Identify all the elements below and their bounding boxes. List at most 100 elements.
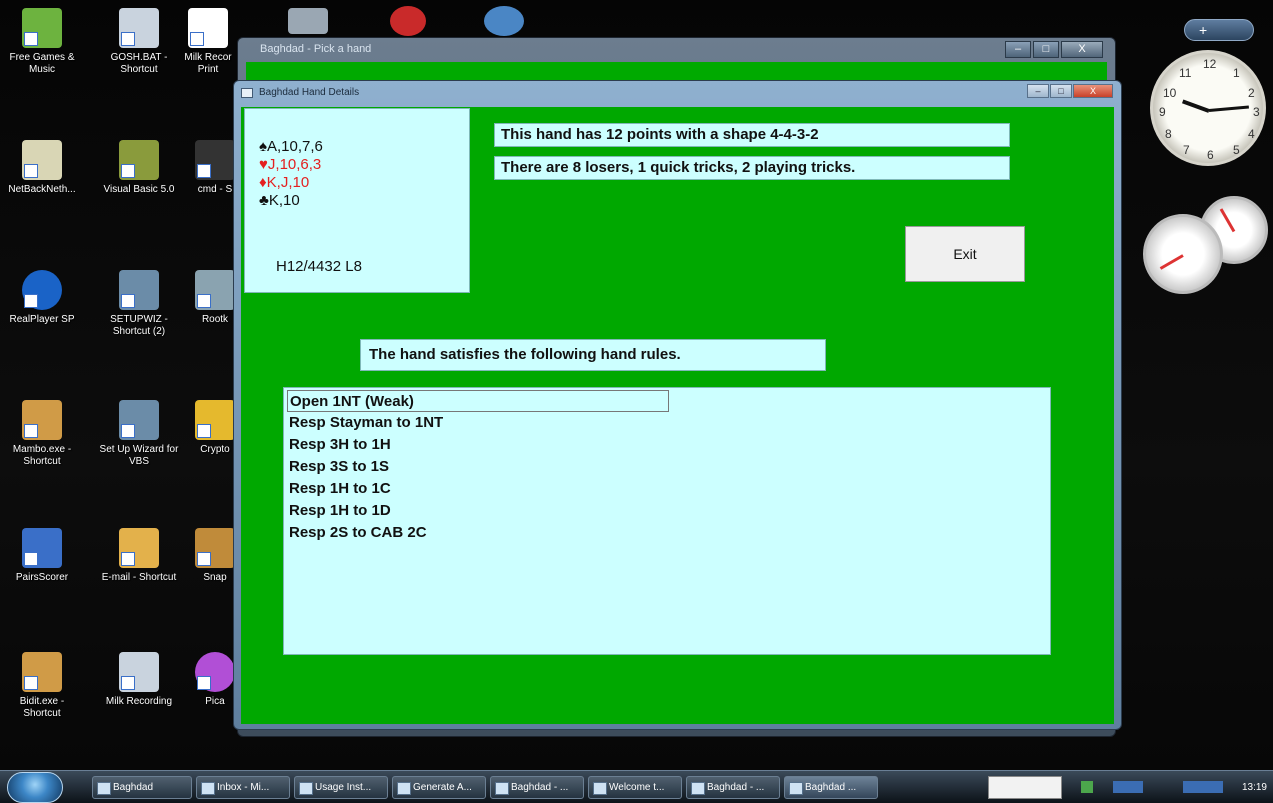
desktop-icon-pairsscorer[interactable]: PairsScorer: [0, 528, 84, 584]
clock-hour-hand: [1182, 99, 1210, 113]
close-button[interactable]: X: [1061, 41, 1103, 58]
printer-icon[interactable]: [288, 8, 328, 34]
clock-number: 12: [1203, 57, 1217, 71]
taskbar-button[interactable]: Baghdad ...: [784, 776, 878, 799]
desktop-icon-free-games[interactable]: Free Games & Music: [0, 8, 84, 76]
realplayer-icon: [22, 270, 62, 310]
close-button[interactable]: X: [1073, 84, 1113, 98]
diamonds-holding: ♦K,J,10: [259, 174, 310, 191]
taskbar-button[interactable]: Usage Inst...: [294, 776, 388, 799]
system-tray: 13:19: [1073, 776, 1271, 799]
taskbar-clock[interactable]: 13:19: [1242, 776, 1267, 799]
desktop-icon-gosh-bat[interactable]: GOSH.BAT - Shortcut: [97, 8, 181, 76]
network-icon[interactable]: [1081, 781, 1093, 793]
desktop-icon-label: Bidit.exe - Shortcut: [19, 696, 65, 719]
desktop-icon-netbackneth[interactable]: NetBackNeth...: [0, 140, 84, 196]
list-item[interactable]: Resp 3S to 1S: [287, 456, 391, 478]
taskbar-button[interactable]: Generate A...: [392, 776, 486, 799]
batch-file-icon: [119, 8, 159, 48]
hearts-holding: ♥J,10,6,3: [259, 156, 322, 173]
cpu-gauge: [1143, 214, 1223, 294]
clock-number: 4: [1248, 127, 1255, 141]
sidebar-gadget-controls[interactable]: +: [1184, 19, 1254, 41]
desktop-icon-pica[interactable]: Pica: [192, 652, 238, 708]
disc-icon: [195, 652, 235, 692]
desktop-icon-visual-basic[interactable]: Visual Basic 5.0: [97, 140, 181, 196]
desktop-icon-milk-recording[interactable]: Milk Recording: [97, 652, 181, 708]
desktop-icon-label: Rootk: [201, 314, 229, 325]
tray-icons[interactable]: [1113, 781, 1143, 793]
globe-icon[interactable]: [484, 6, 524, 36]
clock-number: 9: [1159, 105, 1166, 119]
taskbar-button[interactable]: Baghdad - ...: [686, 776, 780, 799]
desktop-icon-email[interactable]: E-mail - Shortcut: [97, 528, 181, 584]
gift-icon: [22, 8, 62, 48]
desktop-icon-milk-record-print[interactable]: Milk Recor Print: [178, 8, 238, 76]
clock-number: 3: [1253, 105, 1260, 119]
thumbnail-preview-icon[interactable]: [988, 776, 1062, 799]
taskbar: Baghdad Inbox - Mi... Usage Inst... Gene…: [0, 770, 1273, 803]
desktop-icon-snap[interactable]: Snap: [192, 528, 238, 584]
printer-icon: [188, 8, 228, 48]
hand-rules-list[interactable]: Open 1NT (Weak) Resp Stayman to 1NT Resp…: [283, 387, 1051, 655]
minimize-button[interactable]: –: [1005, 41, 1031, 58]
spades-holding: ♠A,10,7,6: [259, 138, 323, 155]
cat-icon: [22, 652, 62, 692]
desktop-icon-label: PairsScorer: [15, 572, 69, 583]
clock-gadget: 12 1 2 3 4 5 6 7 8 9 10 11: [1150, 50, 1266, 166]
command-prompt-icon: [195, 140, 235, 180]
desktop-icon-label: SETUPWIZ - Shortcut (2): [110, 314, 168, 337]
list-item[interactable]: Resp 1H to 1D: [287, 500, 393, 522]
start-button[interactable]: [7, 772, 63, 803]
desktop-icon-realplayer[interactable]: RealPlayer SP: [0, 270, 84, 326]
desktop-icon-label: Pica: [205, 696, 225, 707]
taskbar-button[interactable]: Baghdad - ...: [490, 776, 584, 799]
taskbar-button[interactable]: Inbox - Mi...: [196, 776, 290, 799]
volume-icon[interactable]: [1183, 781, 1223, 793]
clubs-holding: ♣K,10: [259, 192, 300, 209]
warning-icon: [195, 400, 235, 440]
dialog-client-area: ♠A,10,7,6 ♥J,10,6,3 ♦K,J,10 ♣K,10 H12/44…: [241, 107, 1114, 724]
clock-number: 2: [1248, 86, 1255, 100]
desktop-icon-label: Snap: [203, 572, 227, 583]
desktop-icon-label: NetBackNeth...: [8, 184, 76, 195]
points-info: This hand has 12 points with a shape 4-4…: [494, 123, 1010, 147]
desktop-icon-label: Free Games & Music: [9, 52, 75, 75]
clock-number: 6: [1207, 148, 1214, 162]
desktop-icon-setup-wizard-vbs[interactable]: Set Up Wizard for VBS: [97, 400, 181, 468]
list-item[interactable]: Resp Stayman to 1NT: [287, 412, 445, 434]
maximize-button[interactable]: □: [1033, 41, 1059, 58]
desktop-icon-crypto[interactable]: Crypto: [192, 400, 238, 456]
clock-number: 7: [1183, 143, 1190, 157]
desktop-icon-rootkit[interactable]: Rootk: [192, 270, 238, 326]
hand-display: ♠A,10,7,6 ♥J,10,6,3 ♦K,J,10 ♣K,10 H12/44…: [244, 108, 470, 293]
desktop-icon-setupwiz[interactable]: SETUPWIZ - Shortcut (2): [97, 270, 181, 338]
minimize-button[interactable]: –: [1027, 84, 1049, 98]
desktop-icon-label: E-mail - Shortcut: [101, 572, 177, 583]
maximize-button[interactable]: □: [1050, 84, 1072, 98]
gauge-needle: [1159, 254, 1184, 270]
desktop-icon-bidit[interactable]: Bidit.exe - Shortcut: [0, 652, 84, 720]
clock-number: 8: [1165, 127, 1172, 141]
gauge-needle: [1219, 208, 1236, 233]
taskbar-button[interactable]: Baghdad: [92, 776, 192, 799]
taskbar-button[interactable]: Welcome t...: [588, 776, 682, 799]
clock-minute-hand: [1208, 105, 1249, 112]
application-icon: [22, 528, 62, 568]
setup-wizard-icon: [119, 400, 159, 440]
list-item[interactable]: Open 1NT (Weak): [287, 390, 669, 412]
desktop-icon-cmd[interactable]: cmd - S: [192, 140, 238, 196]
dialog-title: Baghdad Hand Details: [259, 87, 360, 98]
exit-button[interactable]: Exit: [905, 226, 1025, 282]
desktop-icon-mambo[interactable]: Mambo.exe - Shortcut: [0, 400, 84, 468]
dialog-titlebar[interactable]: Baghdad Hand Details – □ X: [234, 81, 1121, 105]
list-item[interactable]: Resp 2S to CAB 2C: [287, 522, 429, 544]
record-icon[interactable]: [390, 6, 426, 36]
desktop-icon-label: Milk Recording: [105, 696, 173, 707]
desktop-icon-label: Mambo.exe - Shortcut: [12, 444, 72, 467]
desktop-icon-label: Set Up Wizard for VBS: [99, 444, 179, 467]
cat-icon: [22, 400, 62, 440]
list-item[interactable]: Resp 1H to 1C: [287, 478, 393, 500]
desktop-icon-label: GOSH.BAT - Shortcut: [110, 52, 168, 75]
list-item[interactable]: Resp 3H to 1H: [287, 434, 393, 456]
